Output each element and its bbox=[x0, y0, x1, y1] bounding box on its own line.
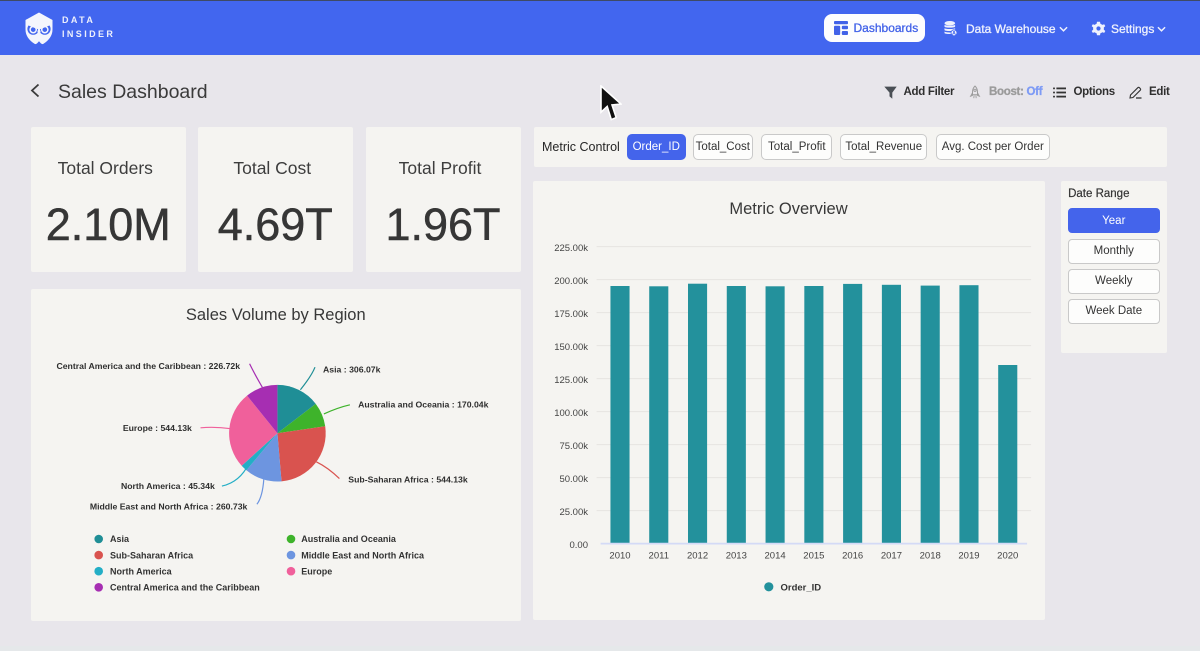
svg-text:25.00k: 25.00k bbox=[559, 507, 588, 518]
svg-text:Middle East and North Africa: Middle East and North Africa bbox=[301, 550, 425, 560]
svg-text:2012: 2012 bbox=[686, 550, 707, 561]
svg-text:Asia : 306.07k: Asia : 306.07k bbox=[323, 364, 381, 374]
svg-text:0.00: 0.00 bbox=[569, 540, 588, 551]
svg-text:2016: 2016 bbox=[842, 550, 863, 561]
svg-text:2013: 2013 bbox=[725, 550, 746, 561]
svg-text:Australia and Oceania : 170.04: Australia and Oceania : 170.04k bbox=[358, 399, 489, 409]
svg-text:100.00k: 100.00k bbox=[554, 408, 588, 419]
svg-text:North America: North America bbox=[110, 566, 173, 576]
svg-text:2014: 2014 bbox=[764, 550, 785, 561]
svg-text:2017: 2017 bbox=[880, 550, 901, 561]
svg-text:125.00k: 125.00k bbox=[554, 375, 588, 386]
svg-text:2018: 2018 bbox=[919, 550, 940, 561]
svg-text:Australia and Oceania: Australia and Oceania bbox=[301, 534, 397, 544]
svg-text:Sub-Saharan Africa: Sub-Saharan Africa bbox=[110, 550, 194, 560]
svg-text:Middle East and North Africa :: Middle East and North Africa : 260.73k bbox=[90, 501, 248, 511]
svg-text:225.00k: 225.00k bbox=[554, 243, 588, 254]
svg-text:2019: 2019 bbox=[958, 550, 979, 561]
svg-text:2015: 2015 bbox=[803, 550, 824, 561]
svg-text:75.00k: 75.00k bbox=[559, 441, 588, 452]
svg-text:Asia: Asia bbox=[110, 534, 130, 544]
svg-text:Europe: Europe bbox=[301, 566, 332, 576]
svg-text:150.00k: 150.00k bbox=[554, 342, 588, 353]
svg-text:2011: 2011 bbox=[648, 550, 668, 561]
svg-text:North America : 45.34k: North America : 45.34k bbox=[121, 480, 215, 490]
svg-text:2010: 2010 bbox=[609, 550, 630, 561]
svg-text:Central America and the Caribb: Central America and the Caribbean bbox=[110, 582, 260, 592]
svg-text:50.00k: 50.00k bbox=[559, 474, 588, 485]
svg-text:200.00k: 200.00k bbox=[554, 276, 588, 287]
svg-text:2020: 2020 bbox=[997, 550, 1018, 561]
svg-text:Order_ID: Order_ID bbox=[780, 582, 821, 593]
svg-text:Europe : 544.13k: Europe : 544.13k bbox=[123, 422, 192, 432]
svg-text:Central America and the Caribb: Central America and the Caribbean : 226.… bbox=[56, 360, 240, 370]
svg-text:Sub-Saharan Africa : 544.13k: Sub-Saharan Africa : 544.13k bbox=[348, 474, 468, 484]
svg-text:175.00k: 175.00k bbox=[554, 309, 588, 320]
